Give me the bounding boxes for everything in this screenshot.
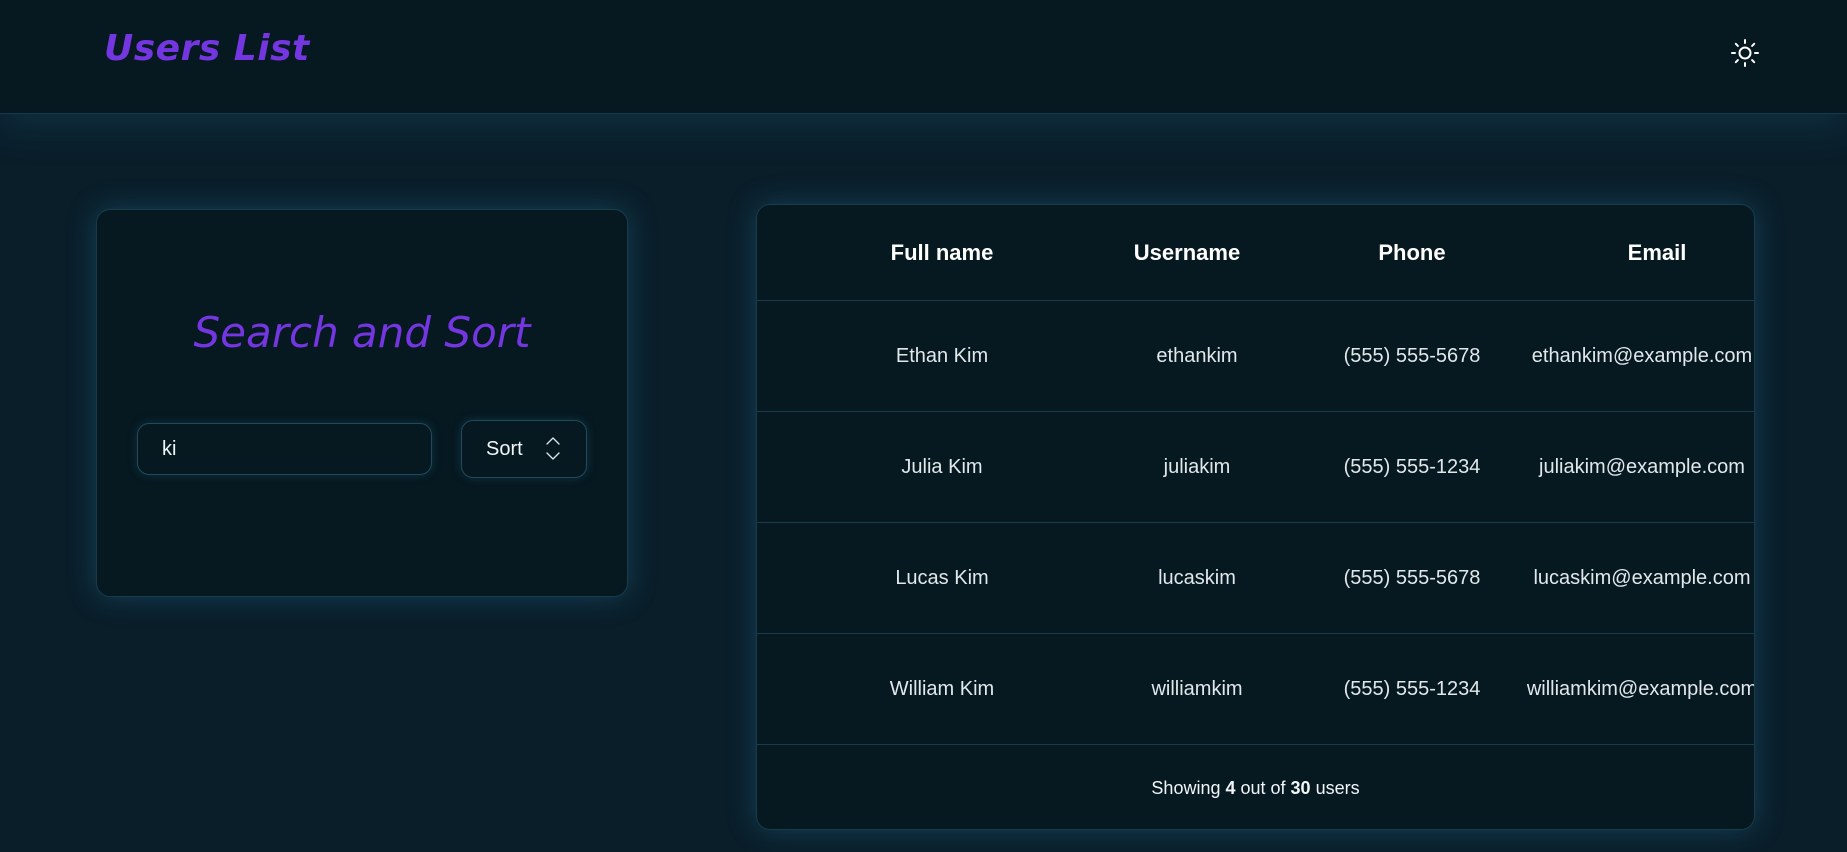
table-row[interactable]: Julia Kim juliakim (555) 555-1234 juliak… — [757, 412, 1754, 523]
search-input[interactable] — [137, 423, 432, 475]
search-sort-panel: Search and Sort Sort — [96, 209, 628, 597]
cell-phone: (555) 555-1234 — [1343, 677, 1481, 700]
cell-phone: (555) 555-5678 — [1343, 566, 1481, 589]
table-header-row: Full name Username Phone Email — [757, 205, 1754, 301]
chevron-up-down-icon — [544, 434, 562, 464]
column-header-phone[interactable]: Phone — [1297, 205, 1527, 300]
table-footer-summary: Showing 4 out of 30 users — [757, 745, 1754, 829]
cell-full-name: Lucas Kim — [895, 566, 989, 589]
sort-button-label: Sort — [486, 437, 523, 460]
table-row[interactable]: Lucas Kim lucaskim (555) 555-5678 lucask… — [757, 523, 1754, 634]
table-row[interactable]: Ethan Kim ethankim (555) 555-5678 ethank… — [757, 301, 1754, 412]
total-count: 30 — [1290, 777, 1311, 798]
cell-username: lucaskim — [1158, 566, 1236, 589]
cell-username: juliakim — [1163, 455, 1231, 478]
summary-middle: out of — [1240, 777, 1286, 798]
column-header-username[interactable]: Username — [1087, 205, 1287, 300]
cell-phone: (555) 555-5678 — [1343, 344, 1481, 367]
cell-email: lucaskim@example.com — [1533, 566, 1751, 589]
cell-username: ethankim — [1156, 344, 1238, 367]
cell-full-name: Julia Kim — [901, 455, 983, 478]
app-header: Users List — [0, 0, 1847, 114]
cell-username: williamkim — [1151, 677, 1243, 700]
summary-suffix: users — [1315, 777, 1360, 798]
table-row[interactable]: William Kim williamkim (555) 555-1234 wi… — [757, 634, 1754, 745]
cell-email: ethankim@example.com — [1531, 344, 1753, 367]
cell-phone: (555) 555-1234 — [1343, 455, 1481, 478]
cell-full-name: Ethan Kim — [895, 344, 989, 367]
sort-button[interactable]: Sort — [461, 420, 587, 478]
cell-email: juliakim@example.com — [1539, 455, 1745, 478]
app-title: Users List — [104, 28, 310, 69]
column-header-email[interactable]: Email — [1542, 205, 1754, 300]
panel-title: Search and Sort — [193, 308, 531, 357]
summary-prefix: Showing — [1151, 777, 1221, 798]
shown-count: 4 — [1225, 777, 1236, 798]
cell-email: williamkim@example.com — [1526, 677, 1755, 700]
column-header-full-name[interactable]: Full name — [817, 205, 1067, 300]
cell-full-name: William Kim — [889, 677, 995, 700]
users-table: Full name Username Phone Email Ethan Kim… — [756, 204, 1755, 830]
sun-icon[interactable] — [1730, 38, 1760, 68]
